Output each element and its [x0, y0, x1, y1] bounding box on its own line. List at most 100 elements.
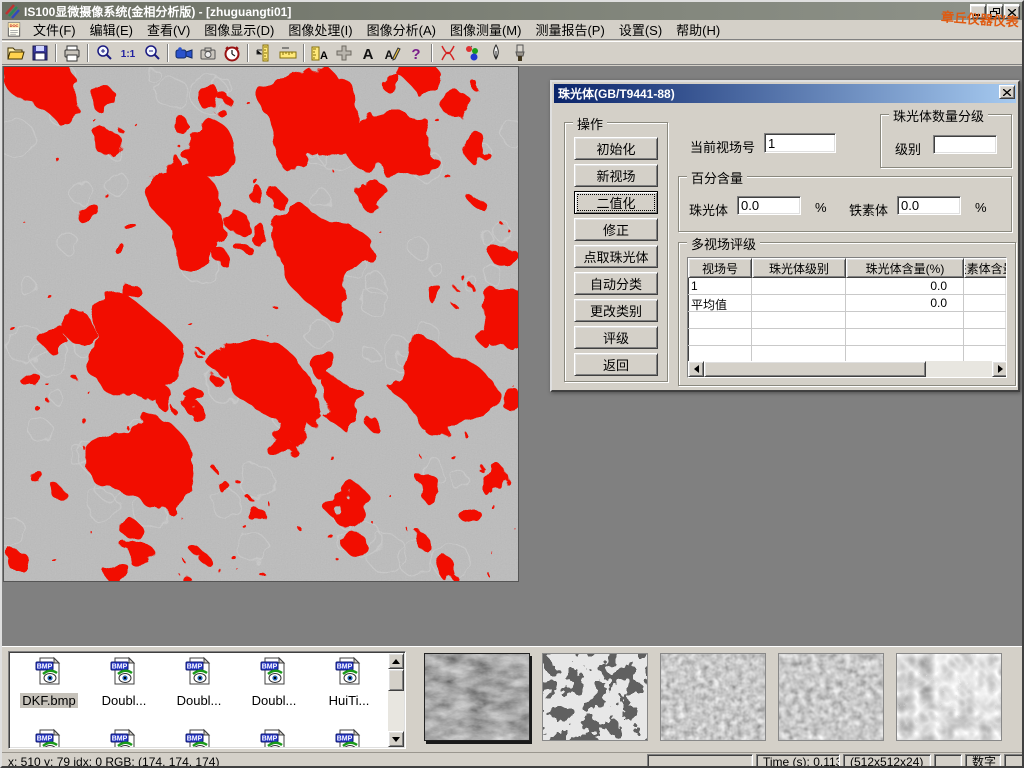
file-item[interactable]: BMP Doubl...	[87, 655, 161, 710]
scrollbar-thumb[interactable]	[388, 669, 404, 691]
timer-button[interactable]	[220, 42, 244, 64]
file-list-scrollbar[interactable]	[388, 653, 404, 747]
multifield-group-label: 多视场评级	[687, 234, 760, 253]
text-label-button[interactable]: A	[356, 42, 380, 64]
document-icon[interactable]: DOC	[5, 21, 23, 38]
file-name[interactable]: HuiTi...	[327, 693, 372, 708]
window-title: IS100显微摄像系统(金相分析版) - [zhuguangti01]	[24, 3, 291, 20]
bmp-file-icon: BMP	[183, 655, 215, 687]
cross-marker-icon	[334, 43, 354, 63]
table-row[interactable]: 平均值0.0	[688, 295, 1006, 312]
file-item[interactable]: BMP	[237, 727, 311, 747]
file-name[interactable]: DKF.bmp	[20, 693, 77, 708]
save-button[interactable]	[28, 42, 52, 64]
table-horizontal-scrollbar[interactable]	[688, 361, 1007, 377]
menu-items: 文件(F)编辑(E)查看(V)图像显示(D)图像处理(I)图像分析(A)图像测量…	[26, 18, 727, 41]
open-folder-button[interactable]	[4, 42, 28, 64]
file-list-items: BMPDKF.bmpBMPDoubl...BMPDoubl...BMPDoubl…	[10, 653, 388, 747]
svg-text:BMP: BMP	[112, 664, 128, 671]
table-row[interactable]	[688, 312, 1006, 329]
menu-item[interactable]: 测量报告(P)	[528, 18, 611, 41]
operation-button[interactable]: 返回	[574, 353, 658, 376]
scrollbar-track[interactable]	[926, 361, 992, 377]
file-item[interactable]: BMP Doubl...	[237, 655, 311, 710]
image-thumbnail[interactable]	[660, 653, 766, 741]
grade-label: 级别	[895, 139, 921, 158]
scroll-up-button[interactable]	[388, 653, 404, 669]
cross-marker-button[interactable]	[332, 42, 356, 64]
help-button[interactable]: ?	[404, 42, 428, 64]
menu-item[interactable]: 编辑(E)	[83, 18, 140, 41]
dialog-title-bar[interactable]: 珠光体(GB/T9441-88)	[554, 84, 1016, 103]
menu-item[interactable]: 图像显示(D)	[197, 18, 281, 41]
scroll-left-button[interactable]	[688, 361, 704, 377]
annotate-icon: A	[382, 43, 402, 63]
operation-button[interactable]: 二值化	[574, 191, 658, 214]
file-item[interactable]: BMP Doubl...	[162, 655, 236, 710]
menu-item[interactable]: 图像测量(M)	[443, 18, 529, 41]
table-column-header[interactable]: 视场号	[688, 258, 752, 278]
particle-tool-button[interactable]	[460, 42, 484, 64]
application-window: IS100显微摄像系统(金相分析版) - [zhuguangti01] DOC …	[0, 0, 1024, 768]
measure-text-button[interactable]: A	[308, 42, 332, 64]
ruler-button[interactable]	[276, 42, 300, 64]
file-name[interactable]: Doubl...	[100, 693, 149, 708]
table-column-header[interactable]: 珠光体级别	[752, 258, 846, 278]
cursor-position-readout: x: 510 y: 79 idx: 0 RGB: (174, 174, 174)	[2, 754, 644, 768]
dialog-close-button[interactable]	[999, 85, 1015, 99]
file-item[interactable]: BMP	[87, 727, 161, 747]
grade-input[interactable]	[933, 135, 997, 154]
vertical-caliper-button[interactable]	[252, 42, 276, 64]
file-name[interactable]: Doubl...	[175, 693, 224, 708]
menu-item[interactable]: 图像分析(A)	[360, 18, 443, 41]
file-item[interactable]: BMP	[312, 727, 386, 747]
micrograph-image[interactable]	[3, 66, 519, 582]
menu-item[interactable]: 帮助(H)	[669, 18, 727, 41]
operation-button[interactable]: 新视场	[574, 164, 658, 187]
bmp-file-icon: BMP	[333, 655, 365, 687]
operation-button[interactable]: 修正	[574, 218, 658, 241]
annotate-button[interactable]: A	[380, 42, 404, 64]
menu-item[interactable]: 文件(F)	[26, 18, 83, 41]
image-thumbnail[interactable]	[896, 653, 1002, 741]
operation-button[interactable]: 点取珠光体	[574, 245, 658, 268]
file-item[interactable]: BMP	[162, 727, 236, 747]
current-field-input[interactable]	[764, 133, 836, 153]
video-camera-button[interactable]	[172, 42, 196, 64]
file-item[interactable]: BMP HuiTi...	[312, 655, 386, 710]
zoom-out-button[interactable]	[140, 42, 164, 64]
brush-tool-button[interactable]	[508, 42, 532, 64]
image-thumbnail[interactable]	[542, 653, 648, 741]
operation-button[interactable]: 更改类别	[574, 299, 658, 322]
pen-tool-button[interactable]	[484, 42, 508, 64]
table-column-header[interactable]: 铁素体含量(%)	[964, 258, 1007, 278]
binarized-micrograph[interactable]	[4, 67, 518, 581]
svg-text:BMP: BMP	[337, 664, 353, 671]
zoom-in-button[interactable]	[92, 42, 116, 64]
pearlite-percent-input[interactable]	[737, 196, 801, 215]
operation-button[interactable]: 自动分类	[574, 272, 658, 295]
file-name[interactable]: Doubl...	[250, 693, 299, 708]
image-thumbnail[interactable]	[778, 653, 884, 741]
operation-button[interactable]: 评级	[574, 326, 658, 349]
table-row[interactable]	[688, 329, 1006, 346]
bmp-file-icon: BMP	[108, 655, 140, 687]
file-item[interactable]: BMP	[12, 727, 86, 747]
ferrite-percent-input[interactable]	[897, 196, 961, 215]
print-button[interactable]	[60, 42, 84, 64]
curve-tool-button[interactable]	[436, 42, 460, 64]
camera-button[interactable]	[196, 42, 220, 64]
menu-item[interactable]: 图像处理(I)	[281, 18, 359, 41]
scroll-down-button[interactable]	[388, 731, 404, 747]
table-row[interactable]: 10.0	[688, 278, 1006, 295]
file-item[interactable]: BMPDKF.bmp	[12, 655, 86, 710]
operation-button[interactable]: 初始化	[574, 137, 658, 160]
scrollbar-thumb[interactable]	[704, 361, 926, 377]
image-thumbnail[interactable]	[424, 653, 530, 741]
menu-item[interactable]: 查看(V)	[140, 18, 197, 41]
menu-item[interactable]: 设置(S)	[612, 18, 669, 41]
table-column-header[interactable]: 珠光体含量(%)	[846, 258, 964, 278]
bmp-file-icon: BMP	[258, 655, 290, 687]
actual-size-button[interactable]: 1:1	[116, 42, 140, 64]
scroll-right-button[interactable]	[992, 361, 1007, 377]
